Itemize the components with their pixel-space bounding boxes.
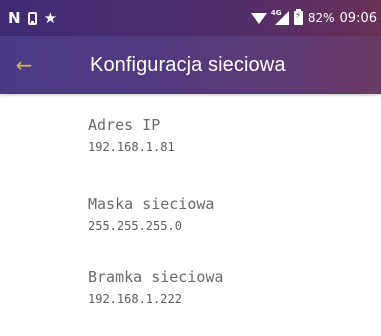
battery-percent: 82%: [307, 11, 335, 25]
subnet-mask-label: Maska sieciowa: [88, 195, 215, 213]
page-title: Konfiguracja sieciowa: [90, 54, 286, 76]
ip-address-value: 192.168.1.81: [88, 140, 175, 154]
wifi-icon: [250, 12, 267, 24]
ip-address-label: Adres IP: [88, 116, 161, 134]
gateway-label: Bramka sieciowa: [88, 268, 224, 286]
status-bar: N ★ 4G ⚡ 82% 09:06: [0, 0, 381, 36]
star-icon: ★: [43, 8, 58, 27]
network-type-label: 4G: [270, 9, 282, 17]
back-arrow-icon: ←: [15, 53, 33, 77]
clock: 09:06: [339, 10, 377, 26]
nfc-icon: N: [8, 8, 21, 27]
list-item-subnet-mask[interactable]: Maska sieciowa 255.255.255.0: [88, 195, 214, 233]
gateway-value: 192.168.1.222: [88, 292, 182, 306]
status-left-icons: N ★: [8, 0, 57, 36]
subnet-mask-value: 255.255.255.0: [88, 219, 182, 233]
list-item-ip-address[interactable]: Adres IP 192.168.1.81: [88, 116, 175, 154]
phone-icon: [27, 11, 37, 25]
list-item-gateway[interactable]: Bramka sieciowa 192.168.1.222: [88, 268, 223, 306]
back-button[interactable]: ←: [4, 45, 44, 85]
app-bar: ← Konfiguracja sieciowa: [0, 36, 381, 94]
cell-signal-icon: 4G: [270, 9, 289, 25]
status-right-icons: 4G ⚡ 82% 09:06: [250, 0, 377, 36]
battery-icon: ⚡: [293, 9, 303, 25]
